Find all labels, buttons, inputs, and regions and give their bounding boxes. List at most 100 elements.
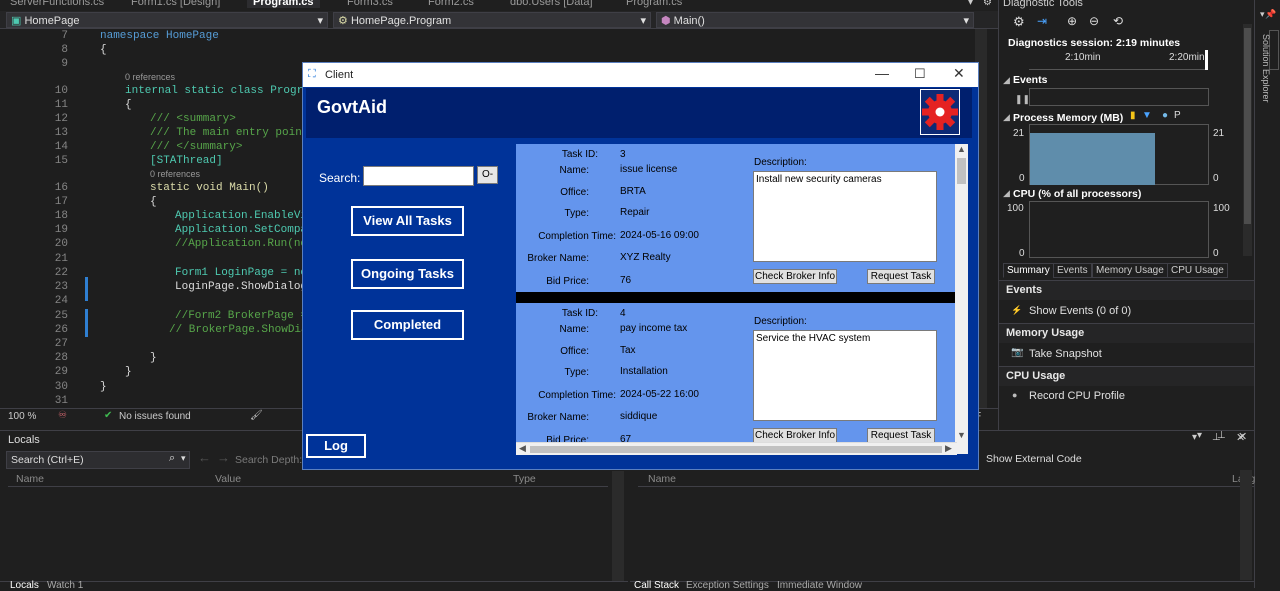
maximize-icon[interactable]: ☐ <box>914 66 926 82</box>
locals-scrollbar[interactable] <box>612 471 624 581</box>
memory-graph[interactable] <box>1029 124 1209 185</box>
log-button[interactable]: Log <box>306 434 366 458</box>
pin-icon[interactable]: ⊥ <box>1217 430 1226 441</box>
search-icon[interactable]: ⌕ <box>169 452 175 465</box>
collapse-triangle-icon[interactable]: ◢ <box>1003 75 1010 86</box>
tab-memory-usage[interactable]: Memory Usage <box>1092 263 1168 278</box>
show-external-code-option[interactable]: Show External Code <box>986 453 1082 465</box>
zoom-level[interactable]: 100 % <box>8 411 36 422</box>
completed-button[interactable]: Completed <box>351 310 464 340</box>
memory-graph-label: Process Memory (MB) <box>1013 112 1124 124</box>
cpu-graph[interactable] <box>1029 201 1209 258</box>
tab-form2[interactable]: Form2.cs <box>428 0 474 8</box>
close-icon[interactable]: ✕ <box>953 65 965 82</box>
pin-icon[interactable]: 📌 <box>1265 9 1276 20</box>
collapse-triangle-icon[interactable]: ◢ <box>1003 112 1010 123</box>
project-name: HomePage <box>24 15 80 27</box>
view-all-tasks-button[interactable]: View All Tasks <box>351 206 464 236</box>
request-task-button[interactable]: Request Task <box>867 269 935 284</box>
export-icon[interactable]: ⇥ <box>1037 14 1047 28</box>
show-events-link[interactable]: Show Events (0 of 0) <box>1029 305 1131 317</box>
column-type[interactable]: Type <box>513 473 536 485</box>
scroll-up-icon[interactable]: ▲ <box>957 144 966 154</box>
tab-locals[interactable]: Locals <box>10 580 39 591</box>
tab-immediate-window[interactable]: Immediate Window <box>777 580 862 591</box>
collapse-triangle-icon[interactable]: ◢ <box>1003 188 1010 199</box>
task-list-horizontal-scrollbar[interactable]: ◀ ▶ <box>516 442 957 455</box>
check-broker-info-button[interactable]: Check Broker Info <box>753 428 837 443</box>
timeline-ruler[interactable]: 2:10min 2:20min <box>1029 50 1208 70</box>
brush-icon[interactable]: 🖌 <box>250 410 263 421</box>
zoom-out-icon[interactable]: ⊖ <box>1089 14 1099 28</box>
csharp-project-icon: ▣ <box>11 15 22 27</box>
task-search-input[interactable] <box>363 166 474 186</box>
code-line: { <box>125 99 132 111</box>
task-list-vertical-scrollbar[interactable]: ▲ ▼ <box>955 144 968 454</box>
scrollbar-thumb[interactable] <box>1244 28 1251 224</box>
dropdown-arrow-icon[interactable]: ▾ <box>1260 9 1265 20</box>
record-cpu-profile-button[interactable]: Record CPU Profile <box>1029 390 1125 402</box>
description-textbox[interactable]: Service the HVAC system <box>753 330 937 421</box>
copilot-icon[interactable]: ♾ <box>58 410 67 421</box>
tab-form1-design[interactable]: Form1.cs [Design] <box>131 0 220 8</box>
tab-form3[interactable]: Form3.cs <box>347 0 393 8</box>
change-marker <box>85 309 88 337</box>
reset-zoom-icon[interactable]: ⟲ <box>1113 14 1123 28</box>
events-track[interactable] <box>1029 88 1209 106</box>
settings-button[interactable] <box>920 89 960 135</box>
issues-status[interactable]: No issues found <box>119 411 191 422</box>
search-button[interactable]: O- <box>477 166 498 184</box>
tab-overflow-icon[interactable]: ▾ <box>968 0 973 8</box>
column-value[interactable]: Value <box>215 473 241 485</box>
locals-search-box[interactable]: Search (Ctrl+E) ⌕ ▾ <box>6 451 190 469</box>
diag-vertical-scrollbar[interactable] <box>1243 24 1252 256</box>
close-icon[interactable]: ✕ <box>1238 430 1247 443</box>
settings-gear-icon[interactable]: ⚙ <box>1013 14 1025 30</box>
field-label: Bid Price: <box>546 276 589 287</box>
tab-exception-settings[interactable]: Exception Settings <box>686 580 769 591</box>
task-list-panel[interactable]: Task ID: 3 Name: issue license Office: B… <box>516 144 968 454</box>
pause-icon[interactable]: ❚❚ <box>1015 94 1030 105</box>
zoom-in-icon[interactable]: ⊕ <box>1067 14 1077 28</box>
dropdown-arrow-icon[interactable]: ▾ <box>1197 430 1202 441</box>
ongoing-tasks-button[interactable]: Ongoing Tasks <box>351 259 464 289</box>
tab-call-stack[interactable]: Call Stack <box>634 580 679 591</box>
scroll-left-icon[interactable]: ◀ <box>519 443 526 454</box>
back-arrow-icon[interactable]: ← <box>198 450 211 465</box>
column-name[interactable]: Name <box>16 473 44 485</box>
tab-dbo-users[interactable]: dbo.Users [Data] <box>510 0 593 8</box>
take-snapshot-button[interactable]: Take Snapshot <box>1029 348 1102 360</box>
chevron-down-icon[interactable]: ▾ <box>181 453 186 464</box>
project-dropdown[interactable]: ▣ HomePage ▾ <box>6 12 328 28</box>
callstack-scrollbar[interactable] <box>1240 470 1252 580</box>
column-name[interactable]: Name <box>648 473 676 485</box>
description-textbox[interactable]: Install new security cameras <box>753 171 937 262</box>
task-name-value: pay income tax <box>620 323 688 334</box>
check-broker-info-button[interactable]: Check Broker Info <box>753 269 837 284</box>
scroll-down-icon[interactable]: ▼ <box>957 430 966 440</box>
tab-watch-1[interactable]: Watch 1 <box>47 580 83 591</box>
scrollbar-thumb[interactable] <box>530 446 942 453</box>
scrollbar-thumb[interactable] <box>957 158 966 184</box>
task-office-value: BRTA <box>620 186 646 197</box>
line-number: 8 <box>61 44 68 56</box>
scroll-right-icon[interactable]: ▶ <box>945 443 952 454</box>
member-dropdown[interactable]: ⬢ Main() ▾ <box>656 12 974 28</box>
search-input[interactable]: Search (Ctrl+E) <box>11 454 84 466</box>
tab-summary[interactable]: Summary <box>1003 263 1054 278</box>
codelens-references[interactable]: 0 references <box>125 72 175 82</box>
tab-events[interactable]: Events <box>1053 263 1092 278</box>
tab-serverfunctions[interactable]: ServerFunctions.cs <box>10 0 104 8</box>
solution-explorer-side-tab[interactable]: Solution Explorer <box>1261 34 1271 103</box>
minimize-icon[interactable]: — <box>875 65 889 81</box>
client-title-bar[interactable]: ⛶ Client — ☐ ✕ <box>303 63 978 87</box>
settings-gear-icon[interactable]: ⚙ <box>983 0 992 8</box>
class-dropdown[interactable]: ⚙ HomePage.Program ▾ <box>333 12 651 28</box>
forward-arrow-icon[interactable]: → <box>217 450 230 465</box>
tab-program-preview[interactable]: Program.cs <box>626 0 682 8</box>
codelens-references[interactable]: 0 references <box>150 169 200 179</box>
request-task-button[interactable]: Request Task <box>867 428 935 443</box>
side-tab-strip: ▾ 📌 Solution Explorer <box>1254 0 1280 588</box>
tab-cpu-usage[interactable]: CPU Usage <box>1167 263 1228 278</box>
tab-program-active[interactable]: Program.cs <box>247 0 320 8</box>
